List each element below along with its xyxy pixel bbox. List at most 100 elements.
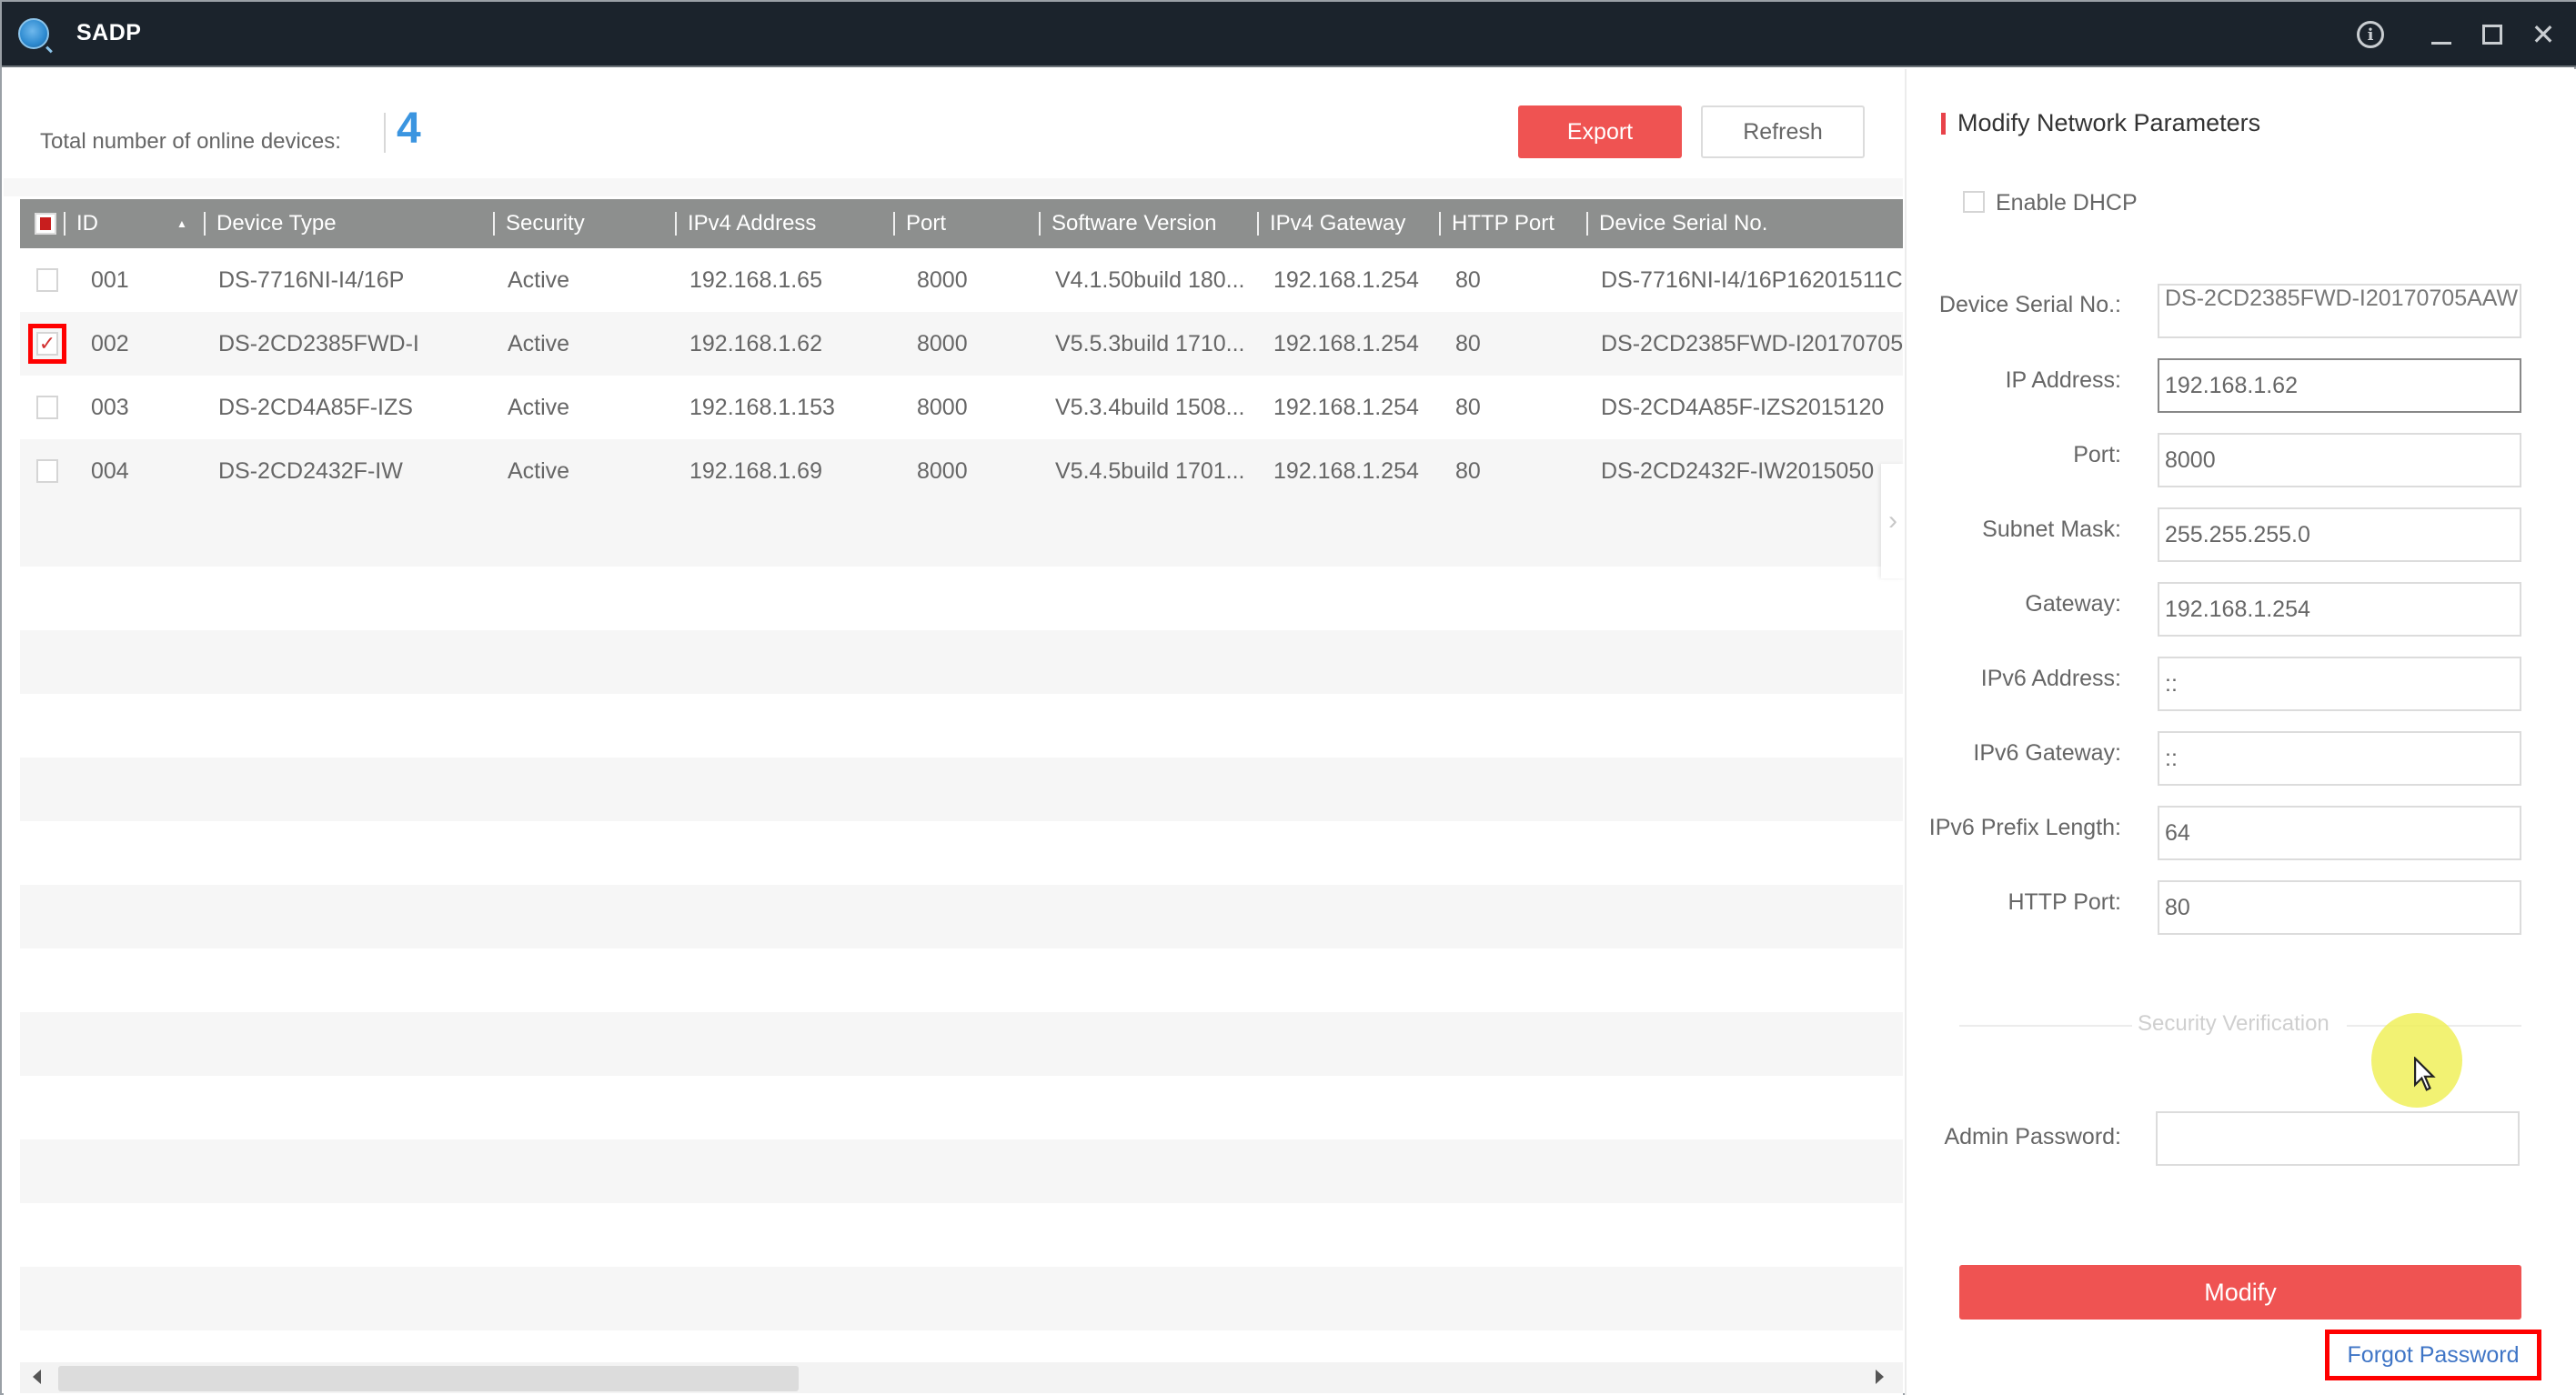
empty-row <box>20 1012 1903 1076</box>
scroll-left-arrow-icon[interactable] <box>33 1370 41 1384</box>
chevron-right-icon: › <box>1888 506 1897 536</box>
port-field[interactable]: 8000 <box>2158 433 2521 487</box>
sadp-logo-icon <box>18 18 49 49</box>
cell-http-port: 80 <box>1455 457 1481 484</box>
http-port-field[interactable]: 80 <box>2158 880 2521 935</box>
cell-security: Active <box>508 457 570 484</box>
sort-ascending-icon[interactable]: ▲ <box>176 217 187 230</box>
cell-id: 002 <box>91 330 129 356</box>
port-label: Port: <box>2073 442 2121 467</box>
app-title: SADP <box>76 20 142 45</box>
gateway-label: Gateway: <box>2025 591 2121 617</box>
empty-row <box>20 1076 1903 1139</box>
ipv6-address-label: IPv6 Address: <box>1980 666 2121 691</box>
cell-security: Active <box>508 394 570 420</box>
cell-serial: DS-7716NI-I4/16P16201511C <box>1601 266 1903 293</box>
ipv6-prefix-length-field[interactable]: 64 <box>2158 806 2521 860</box>
cell-port: 8000 <box>917 330 968 356</box>
cell-http-port: 80 <box>1455 266 1481 293</box>
row-checkbox[interactable] <box>36 459 58 483</box>
column-header-http-port[interactable]: HTTP Port <box>1439 199 1555 248</box>
device-list-panel: Total number of online devices: 4 Export… <box>4 69 1905 1395</box>
select-all-checkbox[interactable] <box>35 213 56 235</box>
cell-serial: DS-2CD2432F-IW2015050 <box>1601 457 1875 484</box>
cell-device-type: DS-2CD2432F-IW <box>218 457 403 484</box>
cell-gateway: 192.168.1.254 <box>1273 394 1419 420</box>
divider <box>4 178 1903 196</box>
scroll-right-arrow-icon[interactable] <box>1876 1370 1884 1384</box>
cell-software-version: V5.5.3build 1710... <box>1055 330 1245 356</box>
cell-ipv4: 192.168.1.65 <box>689 266 822 293</box>
column-header-security[interactable]: Security <box>493 199 585 248</box>
device-serial-field: DS-2CD2385FWD-I20170705AAWR <box>2158 284 2521 338</box>
ipv6-address-field[interactable]: :: <box>2158 657 2521 711</box>
cell-id: 004 <box>91 457 129 484</box>
gateway-field[interactable]: 192.168.1.254 <box>2158 582 2521 637</box>
column-header-ipv4-address[interactable]: IPv4 Address <box>674 199 816 248</box>
cell-software-version: V5.3.4build 1508... <box>1055 394 1245 420</box>
close-button[interactable]: ✕ <box>2525 16 2561 53</box>
minimize-button[interactable] <box>2423 16 2460 53</box>
row-checkbox[interactable]: ✓ <box>28 324 66 364</box>
admin-password-field[interactable] <box>2156 1111 2520 1166</box>
cell-security: Active <box>508 330 570 356</box>
sadp-window: SADP i ✕ Total number of online devices:… <box>0 0 2576 1395</box>
cell-gateway: 192.168.1.254 <box>1273 330 1419 356</box>
column-header-software-version[interactable]: Software Version <box>1038 199 1216 248</box>
table-row[interactable]: 003 DS-2CD4A85F-IZS Active 192.168.1.153… <box>20 376 1903 439</box>
modify-button[interactable]: Modify <box>1959 1265 2521 1320</box>
online-devices-label: Total number of online devices: <box>40 129 341 154</box>
column-header-serial-no[interactable]: Device Serial No. <box>1585 199 1767 248</box>
table-row[interactable]: 001 DS-7716NI-I4/16P Active 192.168.1.65… <box>20 248 1903 312</box>
collapse-panel-button[interactable]: › <box>1881 464 1905 578</box>
row-checkbox[interactable] <box>36 396 58 419</box>
modify-network-panel: Modify Network Parameters Enable DHCP De… <box>1905 69 2576 1395</box>
enable-dhcp-label: Enable DHCP <box>1996 190 2138 216</box>
divider <box>384 113 386 153</box>
table-row[interactable]: ✓ 002 DS-2CD2385FWD-I Active 192.168.1.6… <box>20 312 1903 376</box>
cell-serial: DS-2CD4A85F-IZS2015120 <box>1601 394 1885 420</box>
maximize-icon <box>2482 25 2502 45</box>
cell-software-version: V4.1.50build 180... <box>1055 266 1245 293</box>
empty-row <box>20 948 1903 1012</box>
cell-security: Active <box>508 266 570 293</box>
cell-gateway: 192.168.1.254 <box>1273 457 1419 484</box>
refresh-button[interactable]: Refresh <box>1701 105 1865 158</box>
scrollbar-thumb[interactable] <box>58 1366 799 1391</box>
empty-row <box>20 758 1903 821</box>
info-button[interactable]: i <box>2352 16 2389 53</box>
cell-software-version: V5.4.5build 1701... <box>1055 457 1245 484</box>
cell-id: 003 <box>91 394 129 420</box>
cell-device-type: DS-2CD4A85F-IZS <box>218 394 413 420</box>
ipv6-gateway-field[interactable]: :: <box>2158 731 2521 786</box>
cell-serial: DS-2CD2385FWD-I20170705A <box>1601 330 1903 356</box>
ipv6-prefix-length-label: IPv6 Prefix Length: <box>1928 815 2121 840</box>
export-button[interactable]: Export <box>1518 105 1682 158</box>
minimize-icon <box>2431 41 2451 45</box>
cell-id: 001 <box>91 266 129 293</box>
column-header-port[interactable]: Port <box>892 199 946 248</box>
row-checkbox[interactable] <box>36 268 58 292</box>
online-devices-count: 4 <box>397 105 421 153</box>
cell-http-port: 80 <box>1455 394 1481 420</box>
cell-port: 8000 <box>917 457 968 484</box>
empty-row <box>20 1267 1903 1330</box>
divider <box>1959 1025 2132 1027</box>
cell-ipv4: 192.168.1.62 <box>689 330 822 356</box>
partial-check-icon <box>40 217 51 230</box>
ip-address-field[interactable]: 192.168.1.62 <box>2158 358 2521 413</box>
close-icon: ✕ <box>2531 18 2556 51</box>
empty-row <box>20 630 1903 694</box>
enable-dhcp-checkbox[interactable] <box>1963 191 1985 213</box>
cell-http-port: 80 <box>1455 330 1481 356</box>
security-verification-label: Security Verification <box>2138 1011 2329 1036</box>
maximize-button[interactable] <box>2474 16 2511 53</box>
subnet-mask-field[interactable]: 255.255.255.0 <box>2158 507 2521 562</box>
column-header-ipv4-gateway[interactable]: IPv4 Gateway <box>1256 199 1405 248</box>
column-header-device-type[interactable]: Device Type <box>204 199 337 248</box>
column-header-id[interactable]: ID <box>64 199 98 248</box>
horizontal-scrollbar[interactable] <box>20 1362 1903 1393</box>
table-row[interactable]: 004 DS-2CD2432F-IW Active 192.168.1.69 8… <box>20 439 1903 503</box>
ipv6-gateway-label: IPv6 Gateway: <box>1973 740 2121 766</box>
forgot-password-link[interactable]: Forgot Password <box>2325 1330 2541 1380</box>
